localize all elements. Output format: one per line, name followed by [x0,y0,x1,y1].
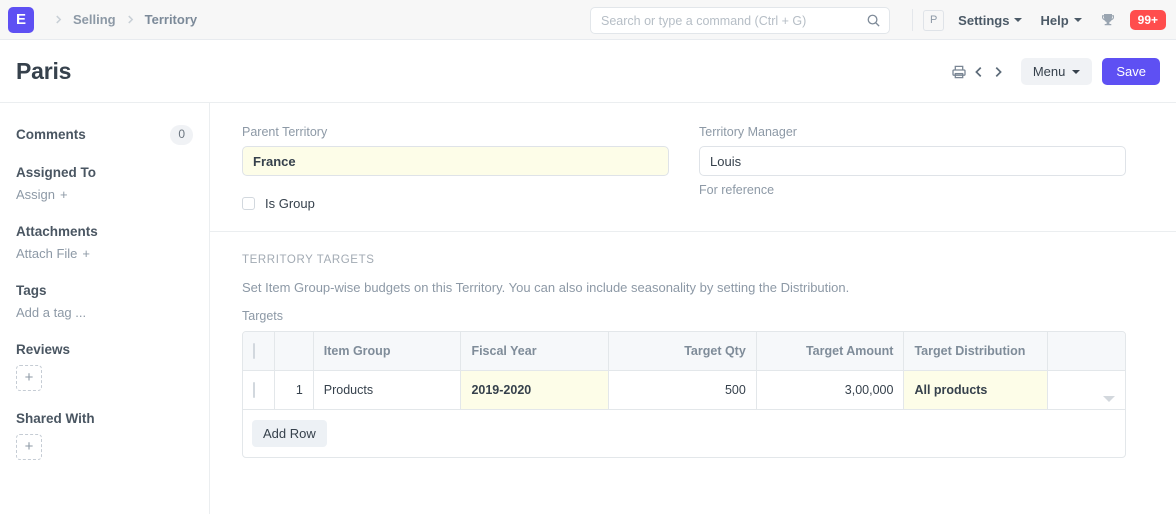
cell-target-distribution[interactable]: All products [904,371,1049,410]
chevron-down-icon[interactable] [1103,395,1115,402]
is-group-checkbox[interactable] [242,197,255,210]
territory-manager-input[interactable] [699,146,1126,176]
table-footer-row: Add Row [243,410,1125,457]
sidebar-shared-with-label: Shared With [16,410,95,426]
chevron-down-icon [1073,18,1082,22]
territory-manager-help-text: For reference [699,183,775,197]
territory-details-section: Parent Territory Is Group Territory Mana… [210,103,1176,232]
app-logo[interactable]: E [8,6,34,33]
page-body: Comments 0 Assigned To Assign + Attachme… [0,103,1176,514]
territory-manager-field: Territory Manager For reference [699,125,1126,211]
print-icon[interactable] [949,61,969,83]
sidebar-section-assigned-to: Assigned To Assign + [16,165,193,204]
territory-targets-description: Set Item Group-wise budgets on this Terr… [242,280,850,295]
sidebar-assigned-to-label: Assigned To [16,164,97,180]
column-header-target-distribution[interactable]: Target Distribution [904,332,1049,371]
add-tag-input[interactable]: Add a tag ... [16,305,86,320]
select-all-header[interactable] [243,332,276,371]
attach-file-button[interactable]: Attach File + [16,246,90,261]
cell-item-group[interactable]: Products [313,371,462,410]
save-button[interactable]: Save [1102,58,1160,85]
top-navbar: E Selling Territory P Settings Help [0,0,1176,40]
attach-file-label: Attach File [16,245,78,261]
row-index-header [275,332,314,371]
row-checkbox[interactable] [253,382,255,398]
help-dropdown[interactable]: Help [1040,12,1082,28]
sidebar-section-tags: Tags Add a tag ... [16,283,193,322]
parent-territory-field: Parent Territory Is Group [242,125,669,211]
trophy-icon[interactable] [1100,12,1116,28]
table-row[interactable]: 1 Products 2019-2020 500 3,00,000 All pr… [243,371,1125,410]
plus-icon: + [60,186,68,202]
is-group-label: Is Group [265,196,315,211]
sidebar-comments-count: 0 [170,125,193,145]
sidebar-tags-label: Tags [16,282,47,298]
sidebar-section-shared-with: Shared With + [16,411,193,460]
table-header-row: Item Group Fiscal Year Target Qty Target… [243,332,1125,371]
sidebar-section-attachments: Attachments Attach File + [16,224,193,263]
next-document-button[interactable] [990,61,1007,83]
sidebar: Comments 0 Assigned To Assign + Attachme… [0,103,210,514]
breadcrumb: Selling Territory [44,12,197,27]
add-share-button[interactable]: + [16,433,42,460]
settings-dropdown[interactable]: Settings [958,12,1023,28]
assign-button[interactable]: Assign + [16,187,68,202]
column-header-target-qty[interactable]: Target Qty [609,332,757,371]
navbar-right-actions: P Settings Help 99+ [912,0,1166,40]
search-icon[interactable] [866,13,881,28]
column-header-actions [1048,332,1125,371]
row-select-cell[interactable] [243,371,276,410]
page-header: Paris Menu Save [0,40,1176,103]
sidebar-comments-label: Comments [16,127,86,143]
column-header-fiscal-year[interactable]: Fiscal Year [461,332,610,371]
menu-dropdown-button[interactable]: Menu [1020,58,1093,85]
assign-label: Assign [16,186,56,202]
add-review-button[interactable]: + [16,364,42,391]
page-header-actions: Menu Save [949,40,1160,103]
is-group-checkbox-row[interactable]: Is Group [242,196,669,211]
parent-territory-label: Parent Territory [242,125,328,139]
targets-table: Item Group Fiscal Year Target Qty Target… [242,331,1126,458]
navbar-divider [912,9,914,31]
chevron-down-icon [1014,18,1023,22]
add-row-cell: Add Row [243,410,1125,457]
select-all-checkbox[interactable] [253,343,255,359]
chevron-right-icon [125,14,136,25]
breadcrumb-item-selling[interactable]: Selling [73,12,116,27]
territory-targets-heading: TERRITORY TARGETS [242,254,375,266]
notification-badge[interactable]: 99+ [1129,10,1166,30]
column-header-target-amount[interactable]: Target Amount [756,332,905,371]
parent-territory-input[interactable] [242,146,669,176]
cell-target-qty[interactable]: 500 [609,371,757,410]
plus-icon: + [82,245,91,261]
row-index: 1 [275,371,314,410]
sidebar-section-comments: Comments 0 [16,125,193,145]
territory-targets-section: TERRITORY TARGETS Set Item Group-wise bu… [210,232,1176,478]
avatar[interactable]: P [923,9,945,31]
row-expand-cell[interactable] [1048,371,1125,410]
main-content: Parent Territory Is Group Territory Mana… [210,103,1176,514]
global-search[interactable] [590,7,890,34]
column-header-item-group[interactable]: Item Group [313,332,462,371]
add-row-button[interactable]: Add Row [252,420,327,447]
cell-fiscal-year[interactable]: 2019-2020 [461,371,610,410]
breadcrumb-item-territory[interactable]: Territory [145,12,198,27]
sidebar-section-reviews: Reviews + [16,342,193,391]
chevron-right-icon [53,14,64,25]
territory-manager-label: Territory Manager [699,125,797,139]
search-input[interactable] [590,7,890,34]
chevron-down-icon [1072,69,1081,74]
menu-label: Menu [1032,64,1066,79]
sidebar-reviews-label: Reviews [16,341,71,357]
page-title: Paris [16,57,72,84]
targets-grid-label: Targets [242,309,283,323]
previous-document-button[interactable] [971,61,988,83]
sidebar-attachments-label: Attachments [16,223,98,239]
help-label: Help [1040,12,1069,28]
cell-target-amount[interactable]: 3,00,000 [756,371,905,410]
settings-label: Settings [958,12,1010,28]
